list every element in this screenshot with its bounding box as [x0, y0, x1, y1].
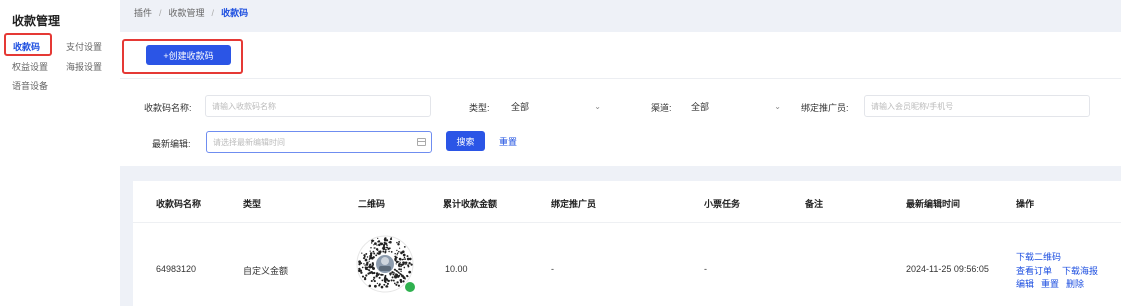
qr-code-icon[interactable]	[355, 235, 425, 295]
filter-divider	[120, 78, 1121, 79]
column-header-qrcode: 二维码	[358, 199, 386, 209]
mini-program-icon	[404, 281, 416, 293]
cell-receipt-task: -	[704, 264, 707, 274]
breadcrumb: 插件 / 收款管理 / 收款码	[134, 8, 249, 18]
view-orders-link[interactable]: 查看订单	[1016, 264, 1052, 277]
breadcrumb-plugin[interactable]: 插件	[134, 8, 152, 18]
channel-select[interactable]: 全部 ⌄	[684, 95, 788, 117]
column-header-edited: 最新编辑时间	[906, 199, 961, 209]
cell-promoter: -	[551, 264, 554, 274]
type-filter-label: 类型:	[469, 103, 490, 113]
cell-name: 64983120	[156, 264, 197, 274]
edit-time-filter-label: 最新编辑:	[152, 139, 191, 149]
download-qrcode-link[interactable]: 下载二维码	[1016, 250, 1061, 263]
sidebar-item-benefit-settings[interactable]: 权益设置	[12, 60, 48, 73]
sidebar-title: 收款管理	[12, 14, 61, 28]
column-header-remark: 备注	[805, 199, 824, 209]
reset-link[interactable]: 重置	[1041, 277, 1059, 290]
cell-edited-time: 2024-11-25 09:56:05	[906, 264, 989, 274]
sidebar-item-payment-settings[interactable]: 支付设置	[66, 40, 102, 53]
sidebar-item-poster-settings[interactable]: 海报设置	[66, 60, 102, 73]
breadcrumb-payment-management[interactable]: 收款管理	[169, 8, 205, 18]
channel-select-value: 全部	[691, 102, 710, 112]
highlight-box-create	[122, 39, 243, 74]
table-card	[133, 181, 1121, 306]
breadcrumb-current: 收款码	[221, 8, 249, 18]
type-select[interactable]: 全部 ⌄	[504, 95, 608, 117]
download-poster-link[interactable]: 下载海报	[1062, 264, 1098, 277]
promoter-filter-input[interactable]	[864, 95, 1090, 117]
channel-filter-label: 渠道:	[651, 103, 672, 113]
cell-amount: 10.00	[445, 264, 468, 274]
calendar-icon	[417, 138, 426, 146]
column-header-type: 类型	[243, 199, 262, 209]
sidebar-item-voice-device[interactable]: 语音设备	[12, 79, 48, 92]
column-header-amount: 累计收款金额	[443, 199, 498, 209]
promoter-filter-label: 绑定推广员:	[801, 103, 849, 113]
search-button[interactable]: 搜索	[446, 131, 485, 151]
type-select-value: 全部	[511, 102, 530, 112]
edit-time-input[interactable]	[206, 131, 432, 153]
name-filter-input[interactable]	[205, 95, 431, 117]
highlight-box-sidebar	[4, 33, 52, 56]
header-divider	[133, 222, 1121, 223]
cell-type: 自定义金额	[243, 266, 289, 276]
chevron-down-icon: ⌄	[594, 102, 601, 111]
column-header-receipt-task: 小票任务	[704, 199, 741, 209]
column-header-promoter: 绑定推广员	[551, 199, 597, 209]
name-filter-label: 收款码名称:	[144, 103, 192, 113]
column-header-actions: 操作	[1016, 199, 1035, 209]
chevron-down-icon: ⌄	[774, 102, 781, 111]
reset-button[interactable]: 重置	[499, 135, 517, 148]
edit-link[interactable]: 编辑	[1016, 277, 1034, 290]
delete-link[interactable]: 删除	[1066, 277, 1084, 290]
column-header-name: 收款码名称	[156, 199, 202, 209]
